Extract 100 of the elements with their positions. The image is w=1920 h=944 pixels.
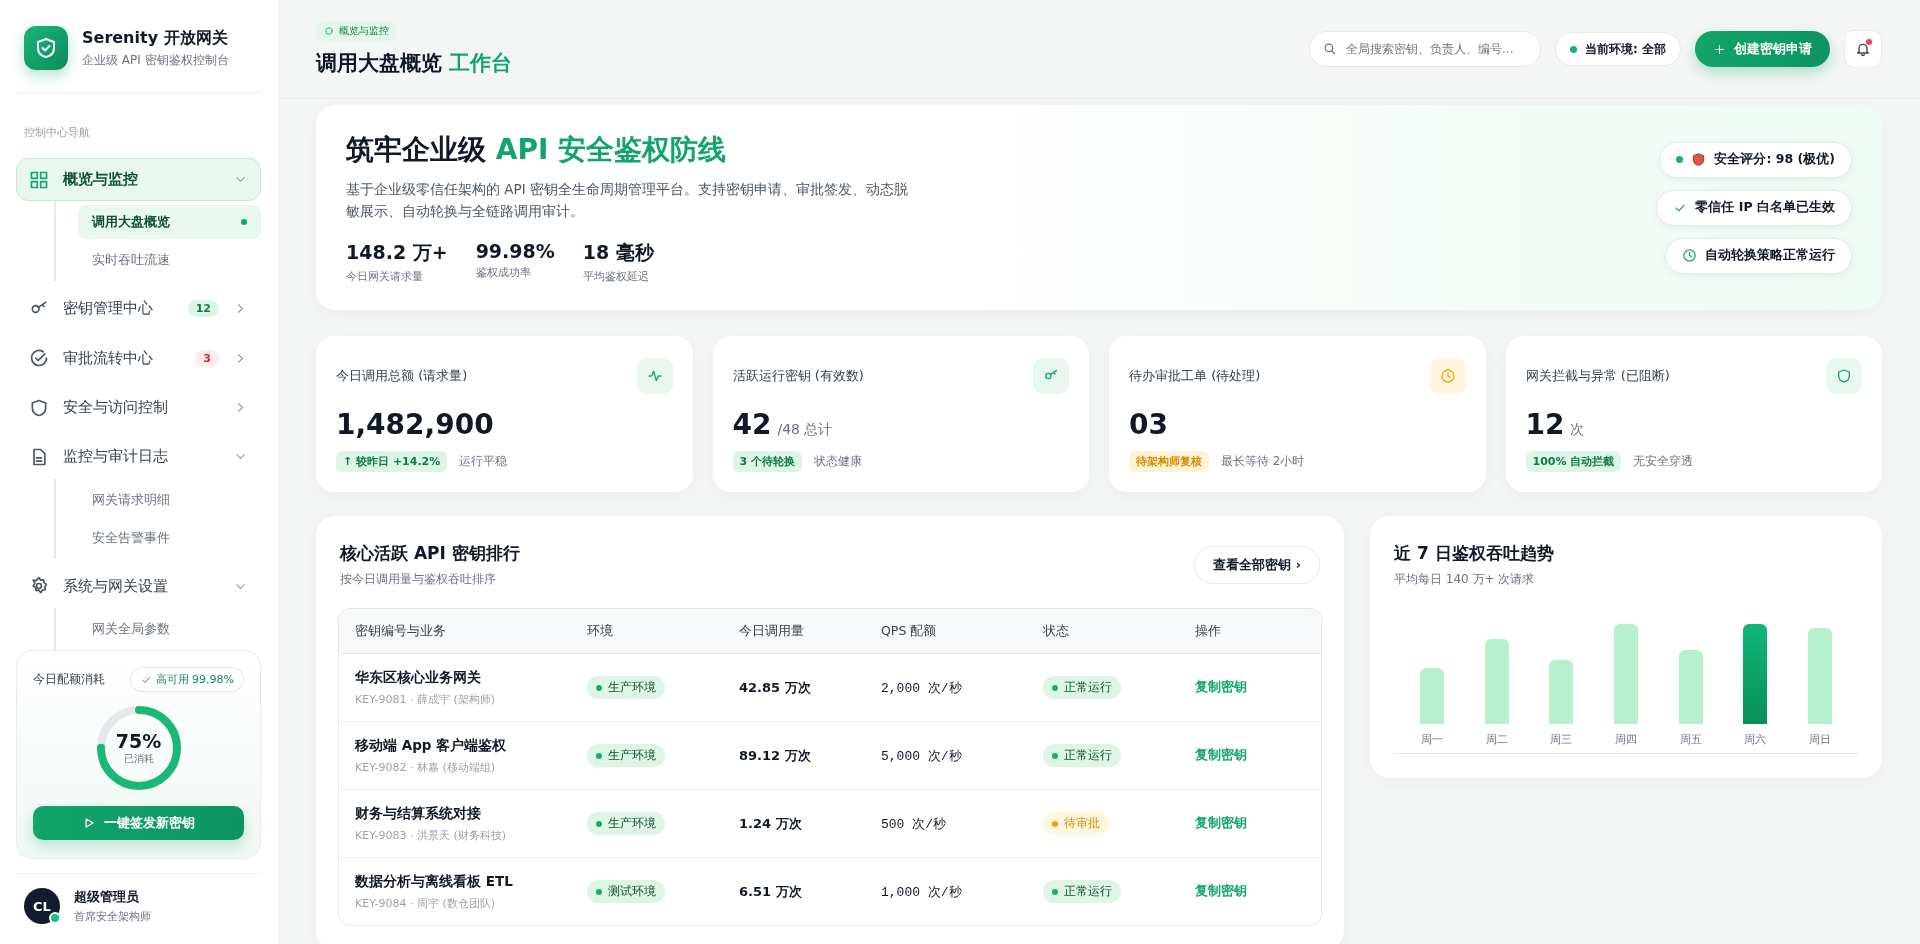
nav-item[interactable]: 密钥管理中心 12 xyxy=(16,287,261,331)
stat-value: 99.98% xyxy=(475,240,555,263)
trend-chip: 3 个待轮换 xyxy=(732,451,802,473)
notification-button[interactable] xyxy=(1844,30,1882,68)
nav-item[interactable]: 系统与网关设置 xyxy=(16,564,261,608)
copy-key-link[interactable]: 复制密钥 xyxy=(1195,679,1247,695)
hero-title: 筑牢企业级 API 安全鉴权防线 xyxy=(346,132,728,168)
shield-check-icon xyxy=(34,36,58,60)
status-badge: 安全评分: 98 (极优) xyxy=(1659,141,1852,178)
table-title: 核心活跃 API 密钥排行 xyxy=(340,542,520,566)
copy-key-link[interactable]: 复制密钥 xyxy=(1195,883,1247,899)
brand-name: Serenity 开放网关 xyxy=(82,27,229,49)
axis-label: 周一 xyxy=(1420,732,1445,748)
quota-caption: 已消耗 xyxy=(123,752,154,766)
nav-subitem[interactable]: 调用大盘概览 xyxy=(78,205,261,240)
card-note: 最长等待 2小时 xyxy=(1221,453,1305,471)
status-tag: 正常运行 xyxy=(1043,880,1121,904)
card-value: 03 xyxy=(1129,408,1168,442)
key-name: 华东区核心业务网关 xyxy=(355,668,482,687)
copy-key-link[interactable]: 复制密钥 xyxy=(1195,815,1247,831)
stat-label: 今日网关请求量 xyxy=(346,269,424,285)
nav-item[interactable]: 概览与监控 xyxy=(16,158,261,202)
key-name: 移动端 App 客户端鉴权 xyxy=(355,736,508,755)
plus-icon xyxy=(1713,42,1726,56)
play-icon xyxy=(82,816,96,830)
axis-label: 周六 xyxy=(1743,732,1768,748)
nav-subitem[interactable]: 安全告警事件 xyxy=(78,520,261,555)
table-cell: 5,000 次/秒 xyxy=(865,722,1027,791)
table-cell: 42.85 万次 xyxy=(723,654,865,723)
card-title: 今日调用总额 (请求量) xyxy=(336,367,468,386)
environment-tag: 测试环境 xyxy=(587,880,665,904)
axis-label: 周二 xyxy=(1484,732,1509,748)
status-dot xyxy=(1676,156,1684,164)
table-cell: 2,000 次/秒 xyxy=(865,654,1027,723)
check-circle-icon xyxy=(29,348,49,369)
create-request-button[interactable]: 创建密钥申请 xyxy=(1695,31,1830,67)
key-meta: KEY-9084 · 周宇 (数仓团队) xyxy=(355,895,497,911)
view-all-button[interactable]: 查看全部密钥 › xyxy=(1194,546,1320,585)
clock-icon xyxy=(1439,368,1456,385)
column-header: 状态 xyxy=(1027,609,1179,655)
environment-tag: 生产环境 xyxy=(587,744,665,768)
stat-label: 鉴权成功率 xyxy=(475,265,532,281)
shield-icon xyxy=(29,397,49,418)
card-note: 无安全穿透 xyxy=(1633,453,1694,471)
card-value-suffix: /48 总计 xyxy=(777,421,833,440)
card-value: 42 xyxy=(732,408,772,442)
environment-selector[interactable]: 当前环境: 全部 xyxy=(1555,32,1681,66)
nav-subitem[interactable]: 网关请求明细 xyxy=(78,482,261,517)
table-subtitle: 按今日调用量与鉴权吞吐排序 xyxy=(340,571,497,589)
nav-item[interactable]: 安全与访问控制 xyxy=(16,386,261,430)
nav-item[interactable]: 审批流转中心 3 xyxy=(16,336,261,380)
count-badge: 12 xyxy=(187,300,219,318)
circle-icon xyxy=(324,26,334,36)
card-value: 1,482,900 xyxy=(336,408,494,442)
key-meta: KEY-9082 · 林嘉 (移动端组) xyxy=(355,759,497,775)
stat-label: 平均鉴权延迟 xyxy=(582,269,650,285)
search-field[interactable]: 全局搜索密钥、负责人、编号... xyxy=(1309,31,1541,67)
column-header: QPS 配额 xyxy=(865,609,1027,655)
hero-description: 基于企业级零信任架构的 API 密钥全生命周期管理平台。支持密钥申请、审批签发、动态脱敏展示、自动轮换与全链路调用审计。 xyxy=(346,180,909,221)
key-name: 财务与结算系统对接 xyxy=(355,804,482,823)
trend-chip: 待架构师复核 xyxy=(1129,451,1209,473)
status-badge: 零信任 IP 白名单已生效 xyxy=(1656,189,1852,226)
key-name: 数据分析与离线看板 ETL xyxy=(355,872,514,891)
card-note: 状态健康 xyxy=(814,453,862,471)
nav-item[interactable]: 监控与审计日志 xyxy=(16,435,261,479)
status-tag: 待审批 xyxy=(1043,812,1109,836)
status-tag: 正常运行 xyxy=(1043,676,1121,700)
nav-subitem[interactable]: 实时吞吐流速 xyxy=(78,243,261,278)
nav-subitem[interactable]: 网关全局参数 xyxy=(78,611,261,646)
table-cell: 500 次/秒 xyxy=(865,790,1027,859)
chart-subtitle: 平均每日 140 万+ 次请求 xyxy=(1394,571,1536,589)
status-badge: 自动轮换策略正常运行 xyxy=(1665,237,1852,274)
count-badge: 3 xyxy=(195,349,219,367)
chart-title: 近 7 日鉴权吞吐趋势 xyxy=(1394,542,1555,566)
axis-label: 周四 xyxy=(1613,732,1638,748)
brand-tagline: 企业级 API 密钥鉴权控制台 xyxy=(82,51,229,69)
axis-label: 周日 xyxy=(1807,732,1832,748)
copy-key-link[interactable]: 复制密钥 xyxy=(1195,747,1247,763)
quota-title: 今日配额消耗 xyxy=(33,671,105,688)
shield-icon xyxy=(1836,368,1852,385)
card-value-suffix: 次 xyxy=(1570,421,1585,440)
column-header: 环境 xyxy=(571,609,723,655)
user-role: 首席安全架构师 xyxy=(74,909,151,924)
environment-tag: 生产环境 xyxy=(587,812,665,836)
table-cell-text: 6.51 万次 xyxy=(738,882,803,901)
card-title: 待办审批工单 (待处理) xyxy=(1129,367,1261,386)
column-header: 密钥编号与业务 xyxy=(339,609,571,655)
bell-icon xyxy=(1855,41,1871,57)
card-title: 网关拦截与异常 (已阻断) xyxy=(1525,367,1670,386)
table-cell: 1.24 万次 xyxy=(723,790,865,859)
issue-key-button[interactable]: 一键签发新密钥 xyxy=(33,806,244,840)
user-avatar: CL xyxy=(24,888,60,924)
user-name: 超级管理员 xyxy=(74,888,140,906)
column-header: 操作 xyxy=(1179,609,1321,655)
trend-chip: ↑ 较昨日 +14.2% xyxy=(336,451,448,473)
card-value: 12 xyxy=(1525,408,1565,442)
column-header: 今日调用量 xyxy=(723,609,865,655)
key-meta: KEY-9083 · 洪景天 (财务科技) xyxy=(355,827,508,843)
card-note: 运行平稳 xyxy=(459,453,508,471)
nav-section-label: 控制中心导航 xyxy=(24,125,91,140)
